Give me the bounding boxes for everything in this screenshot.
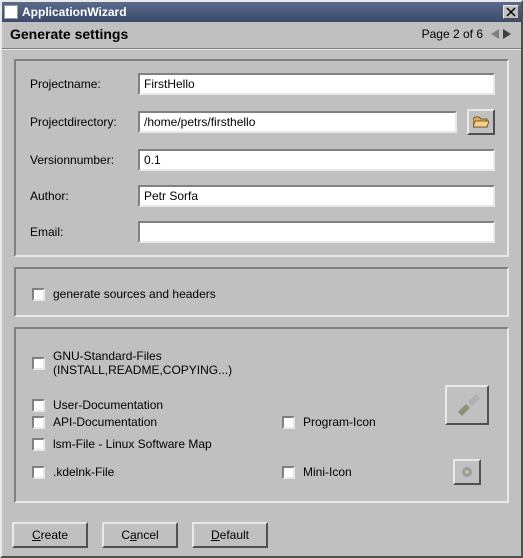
- default-button[interactable]: Default: [192, 522, 268, 548]
- program-icon-label: Program-Icon: [303, 415, 376, 429]
- mini-icon-label: Mini-Icon: [303, 465, 352, 479]
- kdelnk-file-checkbox[interactable]: [32, 466, 45, 479]
- author-label: Author:: [28, 189, 138, 203]
- kdelnk-file-label: .kdelnk-File: [53, 465, 114, 479]
- versionnumber-label: Versionnumber:: [28, 153, 138, 167]
- email-input[interactable]: [138, 221, 495, 243]
- mini-icon-button[interactable]: [453, 459, 481, 485]
- projectname-row: Projectname:: [28, 73, 495, 95]
- window-title: ApplicationWizard: [22, 5, 503, 19]
- gensrc-panel: generate sources and headers: [14, 267, 509, 317]
- close-button[interactable]: [503, 5, 519, 19]
- projectname-input[interactable]: [138, 73, 495, 95]
- folder-open-icon: [473, 115, 489, 129]
- generate-sources-label: generate sources and headers: [53, 287, 216, 301]
- generate-sources-checkbox[interactable]: [32, 288, 45, 301]
- cancel-button[interactable]: Cancel: [102, 522, 178, 548]
- projectname-label: Projectname:: [28, 77, 138, 91]
- author-row: Author:: [28, 185, 495, 207]
- gnu-row: GNU-Standard-Files (INSTALL,README,COPYI…: [32, 349, 495, 377]
- email-label: Email:: [28, 225, 138, 239]
- lsm-file-label: lsm-File - Linux Software Map: [53, 437, 212, 451]
- api-documentation-label: API-Documentation: [53, 415, 157, 429]
- user-documentation-checkbox[interactable]: [32, 399, 45, 412]
- api-documentation-checkbox[interactable]: [32, 416, 45, 429]
- versionnumber-row: Versionnumber:: [28, 149, 495, 171]
- program-icon-checkbox[interactable]: [282, 416, 295, 429]
- projectdirectory-input[interactable]: [138, 111, 457, 133]
- next-page-arrow[interactable]: [501, 28, 513, 40]
- dialog-buttons: Create Cancel Default: [2, 514, 521, 556]
- brush-icon: [454, 394, 480, 416]
- author-input[interactable]: [138, 185, 495, 207]
- generate-sources-row: generate sources and headers: [32, 287, 495, 301]
- lsm-row: lsm-File - Linux Software Map: [32, 437, 495, 451]
- fields-panel: Projectname: Projectdirectory: Versionnu…: [14, 59, 509, 257]
- create-button[interactable]: Create: [12, 522, 88, 548]
- wizard-header: Generate settings Page 2 of 6: [2, 22, 521, 49]
- mini-icon-checkbox[interactable]: [282, 466, 295, 479]
- projectdirectory-row: Projectdirectory:: [28, 109, 495, 135]
- system-menu-icon[interactable]: [4, 5, 18, 19]
- email-row: Email:: [28, 221, 495, 243]
- gnu-standard-files-checkbox[interactable]: [32, 357, 45, 370]
- projectdirectory-label: Projectdirectory:: [28, 115, 138, 129]
- page-title: Generate settings: [10, 26, 422, 42]
- triangle-left-icon: [491, 29, 499, 39]
- triangle-right-icon: [503, 29, 511, 39]
- browse-directory-button[interactable]: [467, 109, 495, 135]
- kdelnk-row: .kdelnk-File Mini-Icon: [32, 459, 495, 485]
- options-panel: GNU-Standard-Files (INSTALL,README,COPYI…: [14, 327, 509, 503]
- versionnumber-input[interactable]: [138, 149, 495, 171]
- prev-page-arrow[interactable]: [489, 28, 501, 40]
- close-icon: [506, 7, 516, 17]
- lsm-file-checkbox[interactable]: [32, 438, 45, 451]
- gear-icon: [460, 465, 474, 479]
- wizard-window: ApplicationWizard Generate settings Page…: [0, 0, 523, 558]
- apidoc-row: API-Documentation Program-Icon: [32, 415, 495, 429]
- titlebar: ApplicationWizard: [2, 2, 521, 22]
- gnu-standard-files-label: GNU-Standard-Files (INSTALL,README,COPYI…: [53, 349, 282, 377]
- program-icon-button[interactable]: [445, 385, 489, 425]
- content-area: Projectname: Projectdirectory: Versionnu…: [2, 49, 521, 514]
- page-indicator: Page 2 of 6: [422, 27, 483, 41]
- user-documentation-label: User-Documentation: [53, 398, 163, 412]
